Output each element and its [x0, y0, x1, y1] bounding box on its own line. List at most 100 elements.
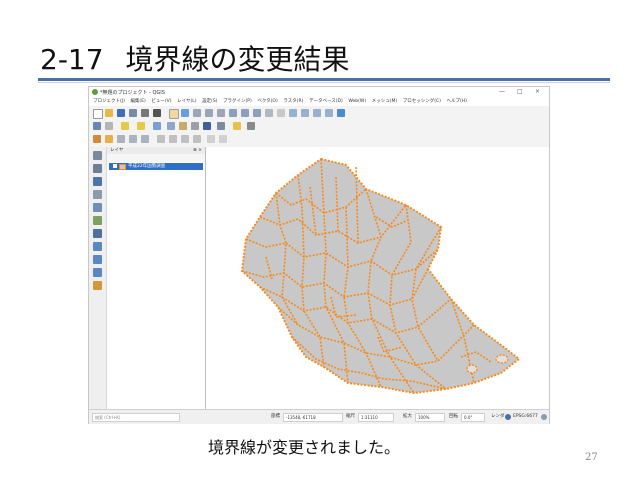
- add-wms-icon[interactable]: [93, 242, 102, 251]
- zoom-in-icon[interactable]: [193, 109, 201, 117]
- menu-plugins[interactable]: プラグイン(P): [223, 97, 252, 106]
- identify-icon[interactable]: [93, 122, 101, 130]
- menu-database[interactable]: データベース(D): [309, 97, 343, 106]
- locator-search-input[interactable]: 検索 (Ctrl+K): [92, 413, 180, 422]
- undo-icon[interactable]: [207, 135, 215, 143]
- render-label[interactable]: レンダ: [491, 413, 505, 421]
- zoom-layer-icon[interactable]: [253, 109, 261, 117]
- new-project-icon[interactable]: [93, 109, 103, 119]
- vertex-tool-icon[interactable]: [141, 135, 149, 143]
- menu-view[interactable]: ビュー(V): [151, 97, 171, 106]
- digitizing-toolbar: [89, 133, 549, 145]
- menu-raster[interactable]: ラスタ(R): [283, 97, 303, 106]
- save-project-icon[interactable]: [117, 109, 125, 117]
- slide-caption: 境界線が変更されました。: [208, 438, 401, 457]
- add-raster-layer-icon[interactable]: [93, 164, 102, 173]
- scale-label: 縮尺: [346, 414, 355, 419]
- menu-layer[interactable]: レイヤ(L): [177, 97, 196, 106]
- select-features-icon[interactable]: [121, 122, 129, 130]
- zoom-rubberband-icon[interactable]: [217, 109, 225, 117]
- slide-number: 2-17: [40, 43, 104, 76]
- zoom-native-icon[interactable]: [265, 109, 273, 117]
- new-map-view-icon[interactable]: [289, 109, 297, 117]
- paste-features-icon[interactable]: [193, 135, 201, 143]
- menu-project[interactable]: プロジェクト(J): [93, 97, 125, 106]
- add-wcs-icon[interactable]: [93, 268, 102, 277]
- deselect-icon[interactable]: [153, 122, 161, 130]
- scale-field[interactable]: 1:31110: [358, 413, 394, 422]
- toolbox-gear-icon[interactable]: [191, 122, 199, 130]
- pan-to-selection-icon[interactable]: [181, 109, 189, 117]
- statistics-sigma-icon[interactable]: [203, 122, 211, 130]
- measure-icon[interactable]: [217, 122, 225, 130]
- crs-label[interactable]: EPSG:6677: [513, 413, 538, 421]
- title-underline: [38, 78, 610, 81]
- close-button[interactable]: ×: [535, 88, 540, 95]
- zoom-last-icon[interactable]: [277, 109, 285, 117]
- bookmark-icon[interactable]: [313, 109, 321, 117]
- menu-bar: プロジェクト(J) 編集(E) ビュー(V) レイヤ(L) 設定(S) プラグイ…: [89, 97, 549, 106]
- add-xyz-layer-icon[interactable]: [93, 281, 102, 290]
- open-project-icon[interactable]: [105, 109, 113, 117]
- layers-panel-close-button[interactable]: ⊗ ×: [190, 147, 202, 154]
- show-bookmarks-icon[interactable]: [325, 109, 333, 117]
- magnifier-field[interactable]: 100%: [415, 413, 445, 422]
- menu-vector[interactable]: ベクタ(O): [257, 97, 277, 106]
- layer-visibility-checkbox[interactable]: [113, 164, 117, 168]
- status-bar: 検索 (Ctrl+K) 座標 -13548,-61718 縮尺 1:31110 …: [89, 409, 549, 424]
- rotation-label: 回転: [449, 414, 458, 419]
- text-annotation-icon[interactable]: [247, 122, 255, 130]
- pan-hand-icon[interactable]: [169, 109, 179, 119]
- layer-name: 平成22年国勢調査: [128, 164, 166, 169]
- zoom-full-icon[interactable]: [229, 109, 237, 117]
- map-svg: [240, 157, 521, 395]
- print-layout-icon[interactable]: [141, 109, 149, 117]
- select-by-value-icon[interactable]: [137, 122, 145, 130]
- menu-edit[interactable]: 編集(E): [130, 97, 145, 106]
- minimize-button[interactable]: —: [499, 88, 505, 95]
- copy-features-icon[interactable]: [181, 135, 189, 143]
- menu-web[interactable]: Web(W): [348, 97, 366, 106]
- add-mesh-layer-icon[interactable]: [93, 177, 102, 186]
- attribute-table-icon[interactable]: [167, 122, 175, 130]
- add-postgis-icon[interactable]: [93, 229, 102, 238]
- menu-processing[interactable]: プロセッシング(C): [403, 97, 441, 106]
- field-calculator-icon[interactable]: [179, 122, 187, 130]
- current-edits-icon[interactable]: [93, 135, 101, 143]
- menu-mesh[interactable]: メッシュ(M): [372, 97, 397, 106]
- save-edits-icon[interactable]: [117, 135, 125, 143]
- zoom-selection-icon[interactable]: [241, 109, 249, 117]
- toggle-editing-pencil-icon[interactable]: [105, 135, 113, 143]
- layers-panel-toolbar: [107, 154, 205, 162]
- coordinate-label: 座標: [271, 414, 280, 419]
- add-vector-layer-icon[interactable]: [93, 151, 102, 160]
- maximize-button[interactable]: □: [517, 88, 523, 95]
- add-spatialite-icon[interactable]: [93, 203, 102, 212]
- slide-heading: 境界線の変更結果: [125, 43, 350, 76]
- delete-selected-icon[interactable]: [157, 135, 165, 143]
- file-toolbar: [89, 107, 549, 119]
- map-tips-icon[interactable]: [233, 122, 241, 130]
- rotation-field[interactable]: 0.0°: [461, 413, 485, 422]
- menu-settings[interactable]: 設定(S): [202, 97, 217, 106]
- actions-icon[interactable]: [105, 122, 113, 130]
- cut-features-icon[interactable]: [169, 135, 177, 143]
- layers-panel-header: レイヤ ⊗ ×: [107, 147, 205, 154]
- add-delimited-text-icon[interactable]: [93, 190, 102, 199]
- save-as-icon[interactable]: [129, 109, 137, 117]
- menu-help[interactable]: ヘルプ(H): [446, 97, 466, 106]
- add-feature-icon[interactable]: [129, 135, 137, 143]
- coordinate-field[interactable]: -13548,-61718: [283, 413, 343, 422]
- zoom-out-icon[interactable]: [205, 109, 213, 117]
- layer-item[interactable]: 平成22年国勢調査: [109, 163, 203, 170]
- map-canvas[interactable]: [206, 147, 549, 409]
- add-virtual-layer-icon[interactable]: [93, 216, 102, 225]
- add-wfs-icon[interactable]: [93, 255, 102, 264]
- redo-icon[interactable]: [219, 135, 227, 143]
- messages-icon[interactable]: [541, 414, 547, 420]
- new-3d-view-icon[interactable]: [301, 109, 309, 117]
- refresh-icon[interactable]: [337, 109, 345, 117]
- boundary-polygons: [240, 157, 521, 395]
- layout-manager-icon[interactable]: [153, 109, 161, 117]
- crs-globe-icon[interactable]: [505, 414, 511, 420]
